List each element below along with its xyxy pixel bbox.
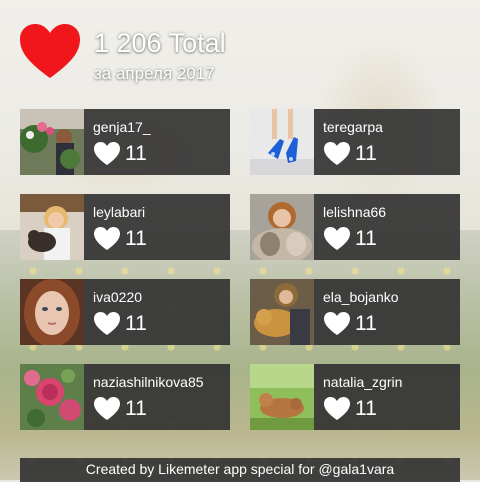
user-card[interactable]: lelishna66 11 [250, 194, 460, 260]
like-count: 11 [324, 397, 454, 421]
user-avatar[interactable] [250, 194, 314, 260]
user-card[interactable]: leylabari 11 [20, 194, 230, 260]
username[interactable]: natalia_zgrin [323, 374, 402, 390]
heart-icon [20, 24, 80, 78]
like-count-value: 11 [355, 142, 377, 165]
like-count: 11 [324, 227, 454, 251]
user-card[interactable]: genja17_ 11 [20, 109, 230, 175]
heart-outline-icon [94, 397, 120, 420]
username[interactable]: leylabari [93, 204, 145, 220]
like-count-value: 11 [125, 397, 147, 420]
heart-outline-icon [94, 142, 120, 165]
username[interactable]: ela_bojanko [323, 289, 399, 305]
user-avatar[interactable] [20, 109, 84, 175]
user-avatar[interactable] [20, 194, 84, 260]
user-avatar[interactable] [250, 109, 314, 175]
user-card[interactable]: teregarpa 11 [250, 109, 460, 175]
user-card[interactable]: iva0220 11 [20, 279, 230, 345]
heart-outline-icon [94, 312, 120, 335]
username[interactable]: genja17_ [93, 119, 151, 135]
footer-credit: Created by Likemeter app special for @ga… [20, 458, 460, 482]
like-count-value: 11 [125, 312, 147, 335]
like-count: 11 [94, 312, 224, 336]
like-count-value: 11 [125, 142, 147, 165]
user-avatar[interactable] [20, 279, 84, 345]
user-avatar[interactable] [250, 364, 314, 430]
like-count-value: 11 [355, 227, 377, 250]
period-label: за апреля 2017 [94, 64, 215, 83]
like-count: 11 [324, 142, 454, 166]
heart-outline-icon [94, 227, 120, 250]
heart-outline-icon [324, 312, 350, 335]
like-count: 11 [94, 142, 224, 166]
user-avatar[interactable] [250, 279, 314, 345]
like-count-value: 11 [355, 397, 377, 420]
like-count-value: 11 [125, 227, 147, 250]
heart-outline-icon [324, 227, 350, 250]
like-count: 11 [324, 312, 454, 336]
heart-outline-icon [324, 142, 350, 165]
user-card[interactable]: natalia_zgrin 11 [250, 364, 460, 430]
username[interactable]: lelishna66 [323, 204, 386, 220]
background-flowers [0, 230, 480, 480]
like-count: 11 [94, 227, 224, 251]
username[interactable]: iva0220 [93, 289, 142, 305]
user-avatar[interactable] [20, 364, 84, 430]
like-count: 11 [94, 397, 224, 421]
total-likes: 1 206 Total [94, 28, 226, 58]
user-card[interactable]: naziashilnikova85 11 [20, 364, 230, 430]
username[interactable]: teregarpa [323, 119, 383, 135]
heart-outline-icon [324, 397, 350, 420]
summary-header: 1 206 Total за апреля 2017 [20, 24, 460, 88]
like-count-value: 11 [355, 312, 377, 335]
username[interactable]: naziashilnikova85 [93, 374, 204, 390]
user-card[interactable]: ela_bojanko 11 [250, 279, 460, 345]
